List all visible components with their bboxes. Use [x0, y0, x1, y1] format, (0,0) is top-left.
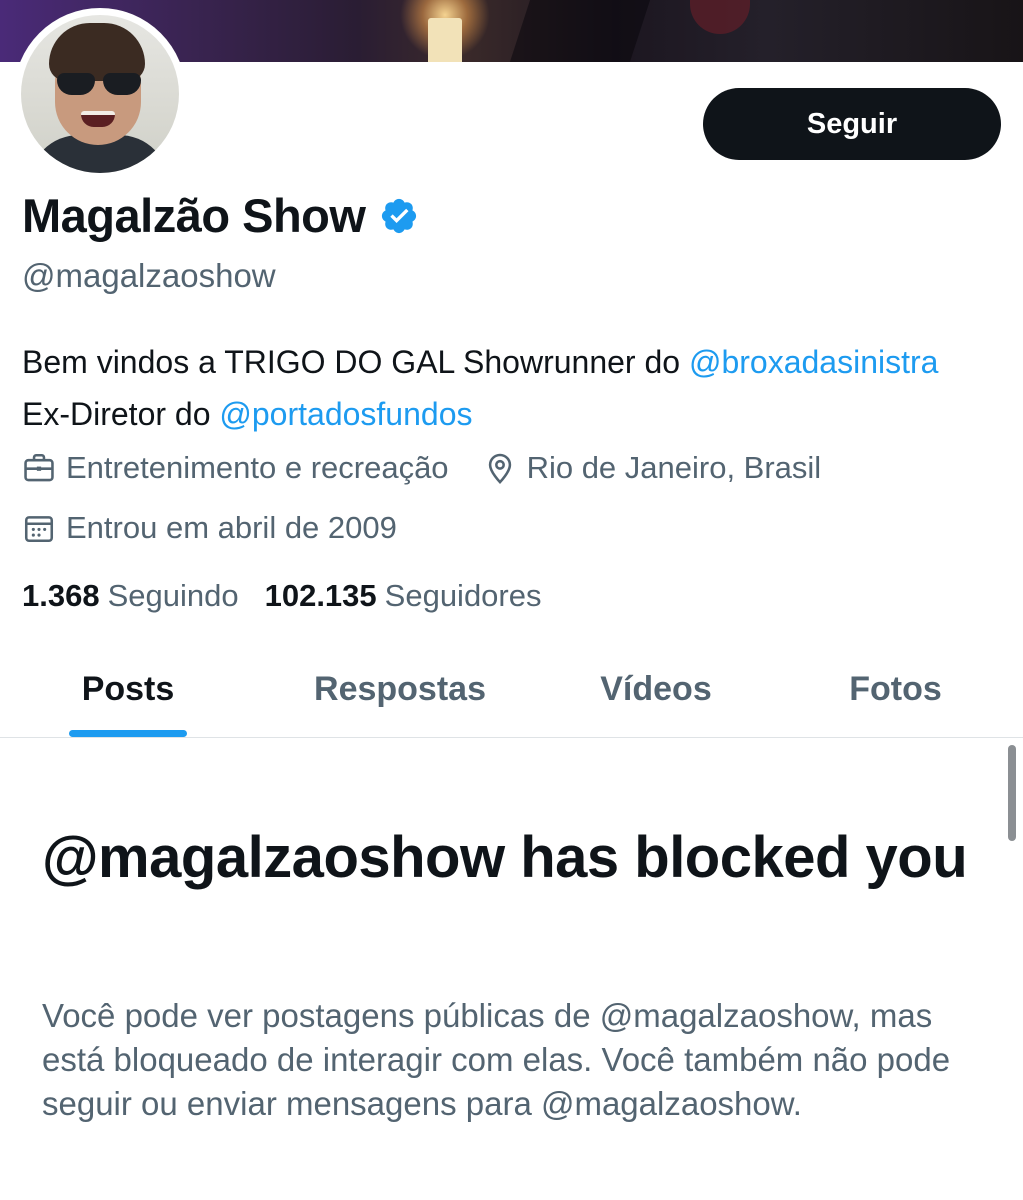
display-name: Magalzão Show — [22, 188, 419, 243]
bio-mention-link[interactable]: @portadosfundos — [219, 396, 472, 432]
location-pin-icon — [488, 453, 511, 484]
banner-wine-glass — [690, 0, 750, 34]
active-tab-indicator — [69, 730, 187, 737]
tab-posts[interactable]: Posts — [0, 640, 256, 738]
bio-mention-link[interactable]: @broxadasinistra — [689, 344, 938, 380]
location-text: Rio de Janeiro, Brasil — [526, 450, 822, 485]
verified-badge-icon[interactable] — [379, 196, 419, 236]
profile-joined-row: Entrou em abril de 2009 — [22, 510, 397, 546]
category-text: Entretenimento e recreação — [66, 450, 449, 485]
display-name-text: Magalzão Show — [22, 189, 366, 242]
profile-meta-row: Entretenimento e recreação Rio de Janeir… — [22, 450, 821, 486]
banner-candle — [428, 18, 462, 62]
following-count: 1.368 — [22, 578, 100, 613]
tab-fotos[interactable]: Fotos — [768, 640, 1023, 738]
follow-button[interactable]: Seguir — [703, 88, 1001, 160]
bio-text: Ex-Diretor do — [22, 396, 220, 432]
followers-link[interactable]: 102.135 Seguidores — [265, 578, 542, 614]
avatar[interactable] — [14, 8, 186, 180]
profile-stats: 1.368 Seguindo 102.135 Seguidores — [22, 578, 568, 614]
joined-text: Entrou em abril de 2009 — [66, 510, 397, 545]
followers-label: Seguidores — [384, 578, 542, 613]
following-link[interactable]: 1.368 Seguindo — [22, 578, 239, 614]
banner-shadow — [509, 0, 651, 62]
bio-text: Bem vindos a TRIGO DO GAL Showrunner do — [22, 344, 689, 380]
blocked-title: @magalzaoshow has blocked you — [42, 825, 968, 890]
avatar-photo — [21, 15, 179, 173]
followers-count: 102.135 — [264, 578, 377, 613]
tab-videos[interactable]: Vídeos — [544, 640, 768, 738]
profile-category: Entretenimento e recreação — [22, 450, 449, 486]
profile-location: Rio de Janeiro, Brasil — [483, 450, 822, 486]
blocked-description: Você pode ver postagens públicas de @mag… — [42, 997, 951, 1122]
briefcase-icon — [24, 453, 54, 482]
profile-handle: @magalzaoshow — [22, 257, 276, 294]
profile-tabs: Posts Respostas Vídeos Fotos — [0, 640, 1023, 738]
following-label: Seguindo — [107, 578, 239, 613]
tab-respostas[interactable]: Respostas — [256, 640, 544, 738]
profile-bio: Bem vindos a TRIGO DO GAL Showrunner do … — [22, 336, 982, 440]
profile-joined: Entrou em abril de 2009 — [22, 510, 397, 546]
scrollbar[interactable] — [1008, 745, 1016, 841]
calendar-icon — [24, 516, 54, 543]
